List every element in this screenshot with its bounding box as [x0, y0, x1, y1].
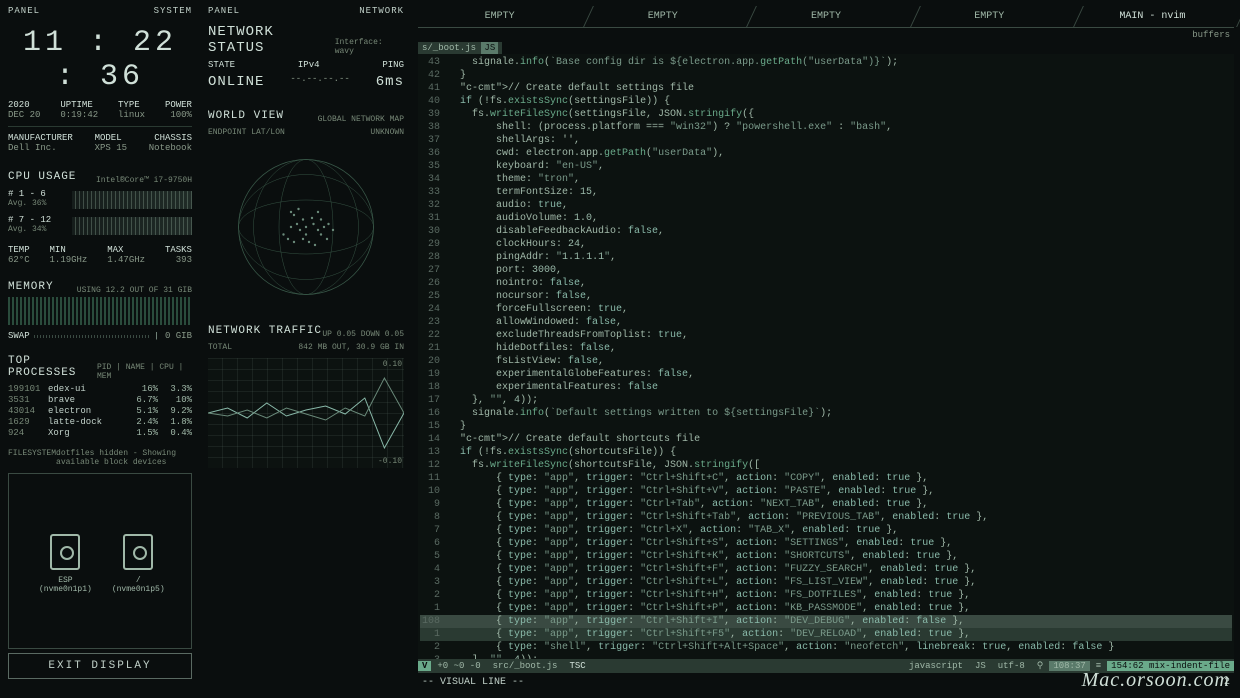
panel-label: PANEL: [8, 6, 40, 16]
fs-label-1: ESP (nvme0n1p1): [39, 576, 92, 594]
panel-label: PANEL: [208, 6, 240, 16]
disk-icon: [50, 534, 80, 570]
lang: javascript: [903, 661, 969, 671]
traffic-total-val: 842 MB OUT, 30.9 GB IN: [298, 343, 404, 352]
model-label: MODEL: [95, 133, 127, 143]
exit-display-button[interactable]: EXIT DISPLAY: [8, 653, 192, 679]
disk-icon: [123, 534, 153, 570]
ping-value: 6ms: [376, 74, 404, 90]
cpu-title: CPU USAGE: [8, 171, 76, 183]
tasks: 393: [165, 255, 192, 265]
mfr-label: MANUFACTURER: [8, 133, 73, 143]
chassis: Notebook: [149, 143, 192, 153]
mfr: Dell Inc.: [8, 143, 73, 153]
watermark: Mac.orsoon.com: [1082, 669, 1230, 692]
uptime: 0:19:42: [60, 110, 98, 120]
world-title: WORLD VIEW: [208, 110, 284, 122]
process-list: 199101edex-ui16%3.3%3531brave6.7%10%4301…: [8, 383, 192, 439]
tab-empty-4[interactable]: EMPTY: [908, 6, 1071, 28]
file-name: s/_boot.js: [422, 43, 476, 53]
cpu-spark-1: [72, 191, 192, 209]
os-type: linux: [118, 110, 145, 120]
buffers-label: buffers: [418, 28, 1234, 42]
interface: Interface: wavy: [335, 38, 404, 56]
world-sub: GLOBAL NETWORK MAP: [318, 115, 404, 124]
lock-icon: ⚲: [1031, 661, 1050, 671]
endpoint-label: ENDPOINT LAT/LON: [208, 128, 285, 137]
tab-empty-1[interactable]: EMPTY: [418, 6, 581, 28]
swap-label: SWAP: [8, 331, 30, 341]
visual-mode: -- VISUAL LINE --: [418, 673, 528, 692]
max-freq: 1.47GHz: [107, 255, 145, 265]
min-label: MIN: [50, 245, 88, 255]
fs-item-root[interactable]: / (nvme0n1p5): [112, 534, 165, 588]
tab-empty-2[interactable]: EMPTY: [581, 6, 744, 28]
traffic-updown: UP 0.05 DOWN 0.05: [322, 330, 404, 339]
max-label: MAX: [107, 245, 145, 255]
proc-title: TOP PROCESSES: [8, 355, 97, 379]
panel-type: SYSTEM: [154, 6, 192, 16]
mem-usage: USING 12.2 OUT OF 31 GIB: [77, 286, 192, 295]
date-md: DEC 20: [8, 110, 40, 120]
process-row[interactable]: 1629latte-dock2.4%1.8%: [8, 417, 192, 427]
fs-label-2: / (nvme0n1p5): [112, 576, 165, 594]
proc-cols: PID | NAME | CPU | MEM: [97, 363, 192, 381]
temp: 62°C: [8, 255, 30, 265]
uptime-label: UPTIME: [60, 100, 98, 110]
fs-item-esp[interactable]: ESP (nvme0n1p1): [39, 534, 92, 588]
network-status-title: NETWORK STATUS: [208, 24, 335, 56]
type-label: TYPE: [118, 100, 145, 110]
mem-title: MEMORY: [8, 281, 54, 293]
online-status: ONLINE: [208, 74, 264, 90]
core-avg-1: Avg. 36%: [8, 199, 46, 208]
mode-indicator: V: [418, 661, 431, 671]
temp-label: TEMP: [8, 245, 30, 255]
traffic-chart: 0.10 -0.10: [208, 358, 404, 468]
encoding: utf-8: [992, 661, 1031, 671]
process-row[interactable]: 199101edex-ui16%3.3%: [8, 384, 192, 394]
traffic-total-label: TOTAL: [208, 343, 232, 352]
process-row[interactable]: 924Xorg1.5%0.4%: [8, 428, 192, 438]
status-file: src/_boot.js: [487, 661, 564, 671]
state-label: STATE: [208, 60, 235, 70]
tab-bar: EMPTY EMPTY EMPTY EMPTY MAIN - nvim: [418, 6, 1234, 28]
process-row[interactable]: 43014electron5.1%9.2%: [8, 406, 192, 416]
file-badge[interactable]: s/_boot.js JS: [418, 42, 502, 54]
panel-type: NETWORK: [359, 6, 404, 16]
memory-dots: [8, 297, 192, 325]
cpu-model: Intel®Core™ i7-9750H: [96, 176, 192, 185]
tab-empty-3[interactable]: EMPTY: [744, 6, 907, 28]
clock: 11 : 22 : 36: [8, 26, 192, 94]
core-avg-2: Avg. 34%: [8, 225, 51, 234]
power-label: POWER: [165, 100, 192, 110]
process-row[interactable]: 3531brave6.7%10%: [8, 395, 192, 405]
traffic-title: NETWORK TRAFFIC: [208, 325, 322, 337]
cpu-spark-2: [72, 217, 192, 235]
chassis-label: CHASSIS: [149, 133, 192, 143]
endpoint-val: UNKNOWN: [370, 128, 404, 137]
core-range-1: # 1 - 6: [8, 189, 46, 199]
globe[interactable]: [208, 147, 404, 307]
tsc-label: TSC: [563, 661, 591, 671]
swap-val: 0 GIB: [165, 331, 192, 341]
fs-note: dotfiles hidden - Showing available bloc…: [56, 449, 192, 467]
model: XPS 15: [95, 143, 127, 153]
power: 100%: [165, 110, 192, 120]
lang-icon: JS: [969, 661, 992, 671]
core-range-2: # 7 - 12: [8, 215, 51, 225]
filesystem-box: ESP (nvme0n1p1) / (nvme0n1p5): [8, 473, 192, 649]
tab-main-nvim[interactable]: MAIN - nvim: [1071, 6, 1234, 28]
ip-addr: --.--.--.--: [290, 74, 349, 90]
min-freq: 1.19GHz: [50, 255, 88, 265]
tasks-label: TASKS: [165, 245, 192, 255]
date-year: 2020: [8, 100, 40, 110]
ip-type: IPv4: [298, 60, 320, 70]
git-flags: +0 ~0 -0: [431, 661, 486, 671]
code-editor[interactable]: 43 signale.info(`Base config dir is ${el…: [418, 54, 1234, 659]
file-ext-icon: JS: [481, 42, 498, 54]
fs-title: FILESYSTEM: [8, 449, 56, 467]
ping-label: PING: [382, 60, 404, 70]
